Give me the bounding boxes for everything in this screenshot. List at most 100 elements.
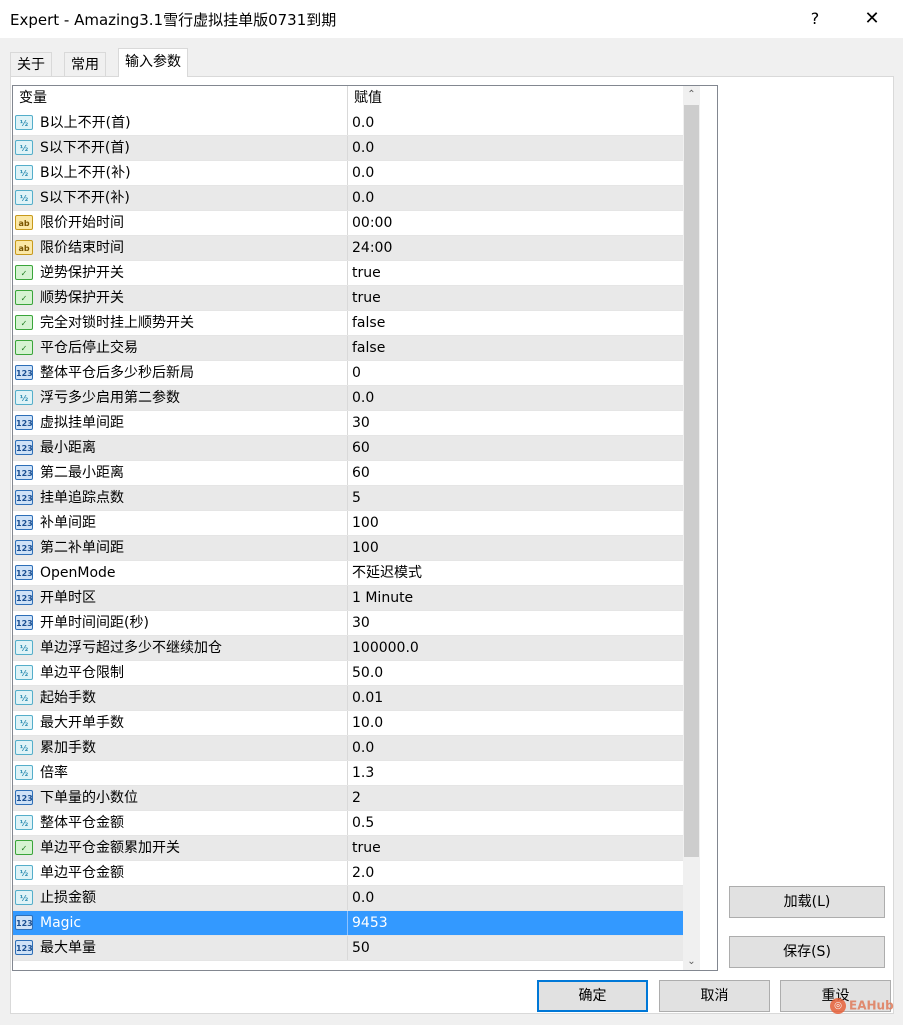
parameter-name-label: B以上不开(首) [40, 115, 131, 131]
parameter-row[interactable]: 123 开单时区 1 Minute [13, 586, 683, 611]
parameter-name: ½ 最大开单手数 [13, 711, 348, 735]
help-button[interactable]: ? [800, 6, 830, 32]
parameter-row[interactable]: ✓ 完全对锁时挂上顺势开关 false [13, 311, 683, 336]
parameter-value[interactable]: 2 [348, 786, 687, 810]
parameter-row[interactable]: 123 第二最小距离 60 [13, 461, 683, 486]
parameter-value[interactable]: 0.0 [348, 111, 687, 135]
parameter-value[interactable]: 30 [348, 611, 687, 635]
parameter-value[interactable]: 5 [348, 486, 687, 510]
parameter-name: ½ 浮亏多少启用第二参数 [13, 386, 348, 410]
parameter-value[interactable]: 0 [348, 361, 687, 385]
parameter-name: ½ 单边平仓限制 [13, 661, 348, 685]
tab-inputs[interactable]: 输入参数 [118, 48, 188, 77]
parameters-grid: 变量 赋值 ½ B以上不开(首) 0.0 ½ S以下不开(首) 0.0 ½ B以上不开(补) 0… [12, 85, 718, 971]
parameter-row[interactable]: ½ 最大开单手数 10.0 [13, 711, 683, 736]
parameter-row[interactable]: 123 虚拟挂单间距 30 [13, 411, 683, 436]
parameter-row[interactable]: ab 限价结束时间 24:00 [13, 236, 683, 261]
parameter-row[interactable]: ½ 整体平仓金额 0.5 [13, 811, 683, 836]
parameter-value[interactable]: 100 [348, 511, 687, 535]
parameter-row[interactable]: 123 最小距离 60 [13, 436, 683, 461]
ok-button[interactable]: 确定 [537, 980, 648, 1012]
parameter-row[interactable]: ✓ 逆势保护开关 true [13, 261, 683, 286]
parameter-row[interactable]: ✓ 顺势保护开关 true [13, 286, 683, 311]
close-button[interactable]: ✕ [857, 6, 887, 32]
parameter-value[interactable]: 0.5 [348, 811, 687, 835]
parameter-value[interactable]: 0.0 [348, 161, 687, 185]
parameter-value[interactable]: 00:00 [348, 211, 687, 235]
parameter-value[interactable]: false [348, 311, 687, 335]
parameter-value[interactable]: 0.0 [348, 386, 687, 410]
parameter-value[interactable]: 0.0 [348, 736, 687, 760]
parameter-value[interactable]: 30 [348, 411, 687, 435]
parameter-row[interactable]: ½ 单边平仓限制 50.0 [13, 661, 683, 686]
parameter-row[interactable]: 123 Magic 9453 [13, 911, 683, 936]
parameter-value[interactable]: 1.3 [348, 761, 687, 785]
parameter-value[interactable]: false [348, 336, 687, 360]
column-header-value[interactable]: 赋值 [348, 86, 683, 111]
parameter-name: ab 限价结束时间 [13, 236, 348, 260]
window-title: Expert - Amazing3.1雪行虚拟挂单版0731到期 [10, 11, 337, 29]
parameter-name: ✓ 平仓后停止交易 [13, 336, 348, 360]
scroll-thumb[interactable] [684, 105, 699, 857]
integer-type-icon: 123 [15, 490, 33, 505]
parameter-name-label: 第二最小距离 [40, 465, 124, 481]
parameter-row[interactable]: ½ 止损金额 0.0 [13, 886, 683, 911]
parameter-value[interactable]: 0.0 [348, 886, 687, 910]
parameter-name: 123 开单时区 [13, 586, 348, 610]
parameter-row[interactable]: 123 最大单量 50 [13, 936, 683, 961]
parameter-row[interactable]: ½ 单边浮亏超过多少不继续加仓 100000.0 [13, 636, 683, 661]
tab-common[interactable]: 常用 [64, 52, 106, 76]
parameter-value[interactable]: true [348, 836, 687, 860]
parameter-row[interactable]: 123 挂单追踪点数 5 [13, 486, 683, 511]
parameter-row[interactable]: ab 限价开始时间 00:00 [13, 211, 683, 236]
parameter-row[interactable]: ✓ 平仓后停止交易 false [13, 336, 683, 361]
parameter-value[interactable]: 1 Minute [348, 586, 687, 610]
parameter-row[interactable]: 123 整体平仓后多少秒后新局 0 [13, 361, 683, 386]
vertical-scrollbar[interactable]: ⌃ ⌄ [683, 86, 700, 970]
tab-about[interactable]: 关于 [10, 52, 52, 76]
parameter-row[interactable]: 123 开单时间间距(秒) 30 [13, 611, 683, 636]
parameter-value[interactable]: 0.0 [348, 136, 687, 160]
parameter-value[interactable]: 50 [348, 936, 687, 960]
parameter-value[interactable]: 10.0 [348, 711, 687, 735]
parameter-row[interactable]: 123 下单量的小数位 2 [13, 786, 683, 811]
parameter-row[interactable]: ½ 累加手数 0.0 [13, 736, 683, 761]
parameter-row[interactable]: ½ 倍率 1.3 [13, 761, 683, 786]
parameter-value[interactable]: 0.0 [348, 186, 687, 210]
parameter-value[interactable]: 100000.0 [348, 636, 687, 660]
parameter-row[interactable]: ✓ 单边平仓金额累加开关 true [13, 836, 683, 861]
parameter-value[interactable]: 60 [348, 461, 687, 485]
parameter-value[interactable]: 100 [348, 536, 687, 560]
parameter-value[interactable]: 不延迟模式 [348, 561, 687, 585]
parameter-row[interactable]: ½ 单边平仓金额 2.0 [13, 861, 683, 886]
parameter-value[interactable]: 50.0 [348, 661, 687, 685]
parameter-row[interactable]: ½ S以下不开(补) 0.0 [13, 186, 683, 211]
parameter-row[interactable]: ½ 起始手数 0.01 [13, 686, 683, 711]
parameter-value[interactable]: true [348, 286, 687, 310]
dialog-client: 关于 常用 输入参数 变量 赋值 ½ B以上不开(首) 0.0 ½ S以下不开(首) 0.… [0, 38, 903, 1025]
scroll-down-arrow-icon[interactable]: ⌄ [683, 953, 700, 970]
parameter-row[interactable]: ½ B以上不开(首) 0.0 [13, 111, 683, 136]
parameter-row[interactable]: 123 第二补单间距 100 [13, 536, 683, 561]
parameter-value[interactable]: 24:00 [348, 236, 687, 260]
scroll-up-arrow-icon[interactable]: ⌃ [683, 86, 700, 103]
save-button[interactable]: 保存(S) [729, 936, 885, 968]
string-type-icon: ab [15, 240, 33, 255]
parameter-row[interactable]: ½ S以下不开(首) 0.0 [13, 136, 683, 161]
parameter-name-label: 单边浮亏超过多少不继续加仓 [40, 640, 222, 656]
parameter-row[interactable]: 123 OpenMode 不延迟模式 [13, 561, 683, 586]
parameter-value[interactable]: 60 [348, 436, 687, 460]
parameter-row[interactable]: ½ 浮亏多少启用第二参数 0.0 [13, 386, 683, 411]
parameter-value[interactable]: 2.0 [348, 861, 687, 885]
parameter-value[interactable]: 0.01 [348, 686, 687, 710]
parameter-name-label: 单边平仓金额 [40, 865, 124, 881]
cancel-button[interactable]: 取消 [659, 980, 770, 1012]
watermark: ◎ EAHub [830, 998, 894, 1014]
parameter-value[interactable]: 9453 [348, 911, 687, 935]
parameter-row[interactable]: 123 补单间距 100 [13, 511, 683, 536]
bool-type-icon: ✓ [15, 340, 33, 355]
parameter-row[interactable]: ½ B以上不开(补) 0.0 [13, 161, 683, 186]
load-button[interactable]: 加载(L) [729, 886, 885, 918]
parameter-value[interactable]: true [348, 261, 687, 285]
column-header-variable[interactable]: 变量 [13, 86, 348, 111]
